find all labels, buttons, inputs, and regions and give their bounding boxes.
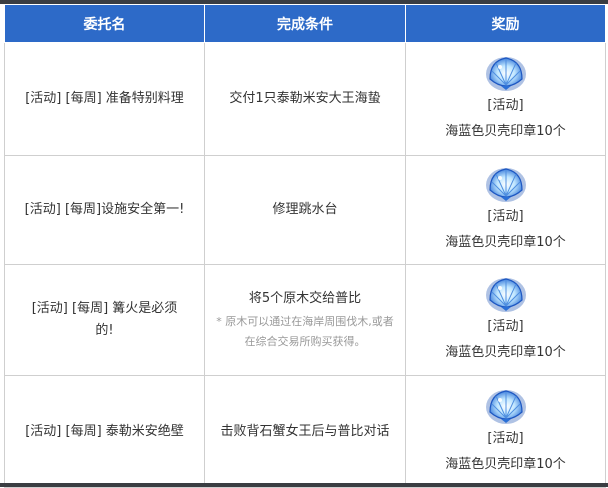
seashell-seal-icon (484, 274, 528, 314)
quest-condition: 击败背石蟹女王后与普比对话 (204, 375, 406, 488)
reward-item: 海蓝色贝壳印章10个 (445, 124, 566, 139)
quest-name: [活动] [每周] 泰勒米安绝壁 (4, 375, 205, 488)
quest-reward: [活动] 海蓝色贝壳印章10个 (405, 155, 606, 265)
reward-item: 海蓝色贝壳印章10个 (445, 345, 566, 360)
seashell-seal-icon (484, 164, 528, 204)
quest-condition: 交付1只泰勒米安大王海蛰 (204, 42, 406, 156)
condition-text: 修理跳水台 (272, 202, 338, 217)
condition-note: * 原木可以通过在海岸周围伐木,或者在综合交易所购买获得。 (216, 315, 394, 348)
quest-reward: [活动] 海蓝色贝壳印章10个 (405, 42, 606, 156)
quest-name: [活动] [每周] 篝火是必须的! (4, 264, 205, 376)
header-reward: 奖励 (405, 4, 606, 43)
quest-table: 委托名 完成条件 奖励 [活动] [每周] 准备特别料理 交付1只泰勒米安大王海… (4, 4, 606, 488)
header-condition: 完成条件 (204, 4, 406, 43)
bottom-frame-bar (0, 483, 608, 487)
condition-text: 交付1只泰勒米安大王海蛰 (229, 91, 381, 106)
quest-name: [活动] [每周]设施安全第一! (4, 155, 205, 265)
seashell-seal-icon (484, 386, 528, 426)
condition-text: 击败背石蟹女王后与普比对话 (220, 423, 390, 439)
table-row: [活动] [每周] 泰勒米安绝壁 击败背石蟹女王后与普比对话 [活动] 海蓝色贝… (4, 375, 606, 488)
table-row: [活动] [每周]设施安全第一! 修理跳水台 [活动] 海蓝色贝壳印章10个 (4, 155, 606, 265)
table-row: [活动] [每周] 篝火是必须的! 将5个原木交给普比 * 原木可以通过在海岸周… (4, 264, 606, 376)
reward-tag: [活动] (487, 319, 524, 334)
seashell-seal-icon (484, 53, 528, 93)
quest-reward: [活动] 海蓝色贝壳印章10个 (405, 264, 606, 376)
reward-item: 海蓝色贝壳印章10个 (445, 456, 566, 472)
condition-text: 将5个原木交给普比 (248, 291, 362, 306)
reward-tag: [活动] (487, 209, 524, 224)
reward-tag: [活动] (487, 98, 524, 113)
quest-name: [活动] [每周] 准备特别料理 (4, 42, 205, 156)
header-quest-name: 委托名 (4, 4, 205, 43)
reward-tag: [活动] (487, 430, 524, 446)
quest-condition: 修理跳水台 (204, 155, 406, 265)
reward-item: 海蓝色贝壳印章10个 (445, 235, 566, 250)
table-row: [活动] [每周] 准备特别料理 交付1只泰勒米安大王海蛰 [活动] 海蓝色贝壳… (4, 42, 606, 156)
quest-condition: 将5个原木交给普比 * 原木可以通过在海岸周围伐木,或者在综合交易所购买获得。 (204, 264, 406, 376)
table-header-row: 委托名 完成条件 奖励 (4, 4, 606, 43)
quest-reward: [活动] 海蓝色贝壳印章10个 (405, 375, 606, 488)
